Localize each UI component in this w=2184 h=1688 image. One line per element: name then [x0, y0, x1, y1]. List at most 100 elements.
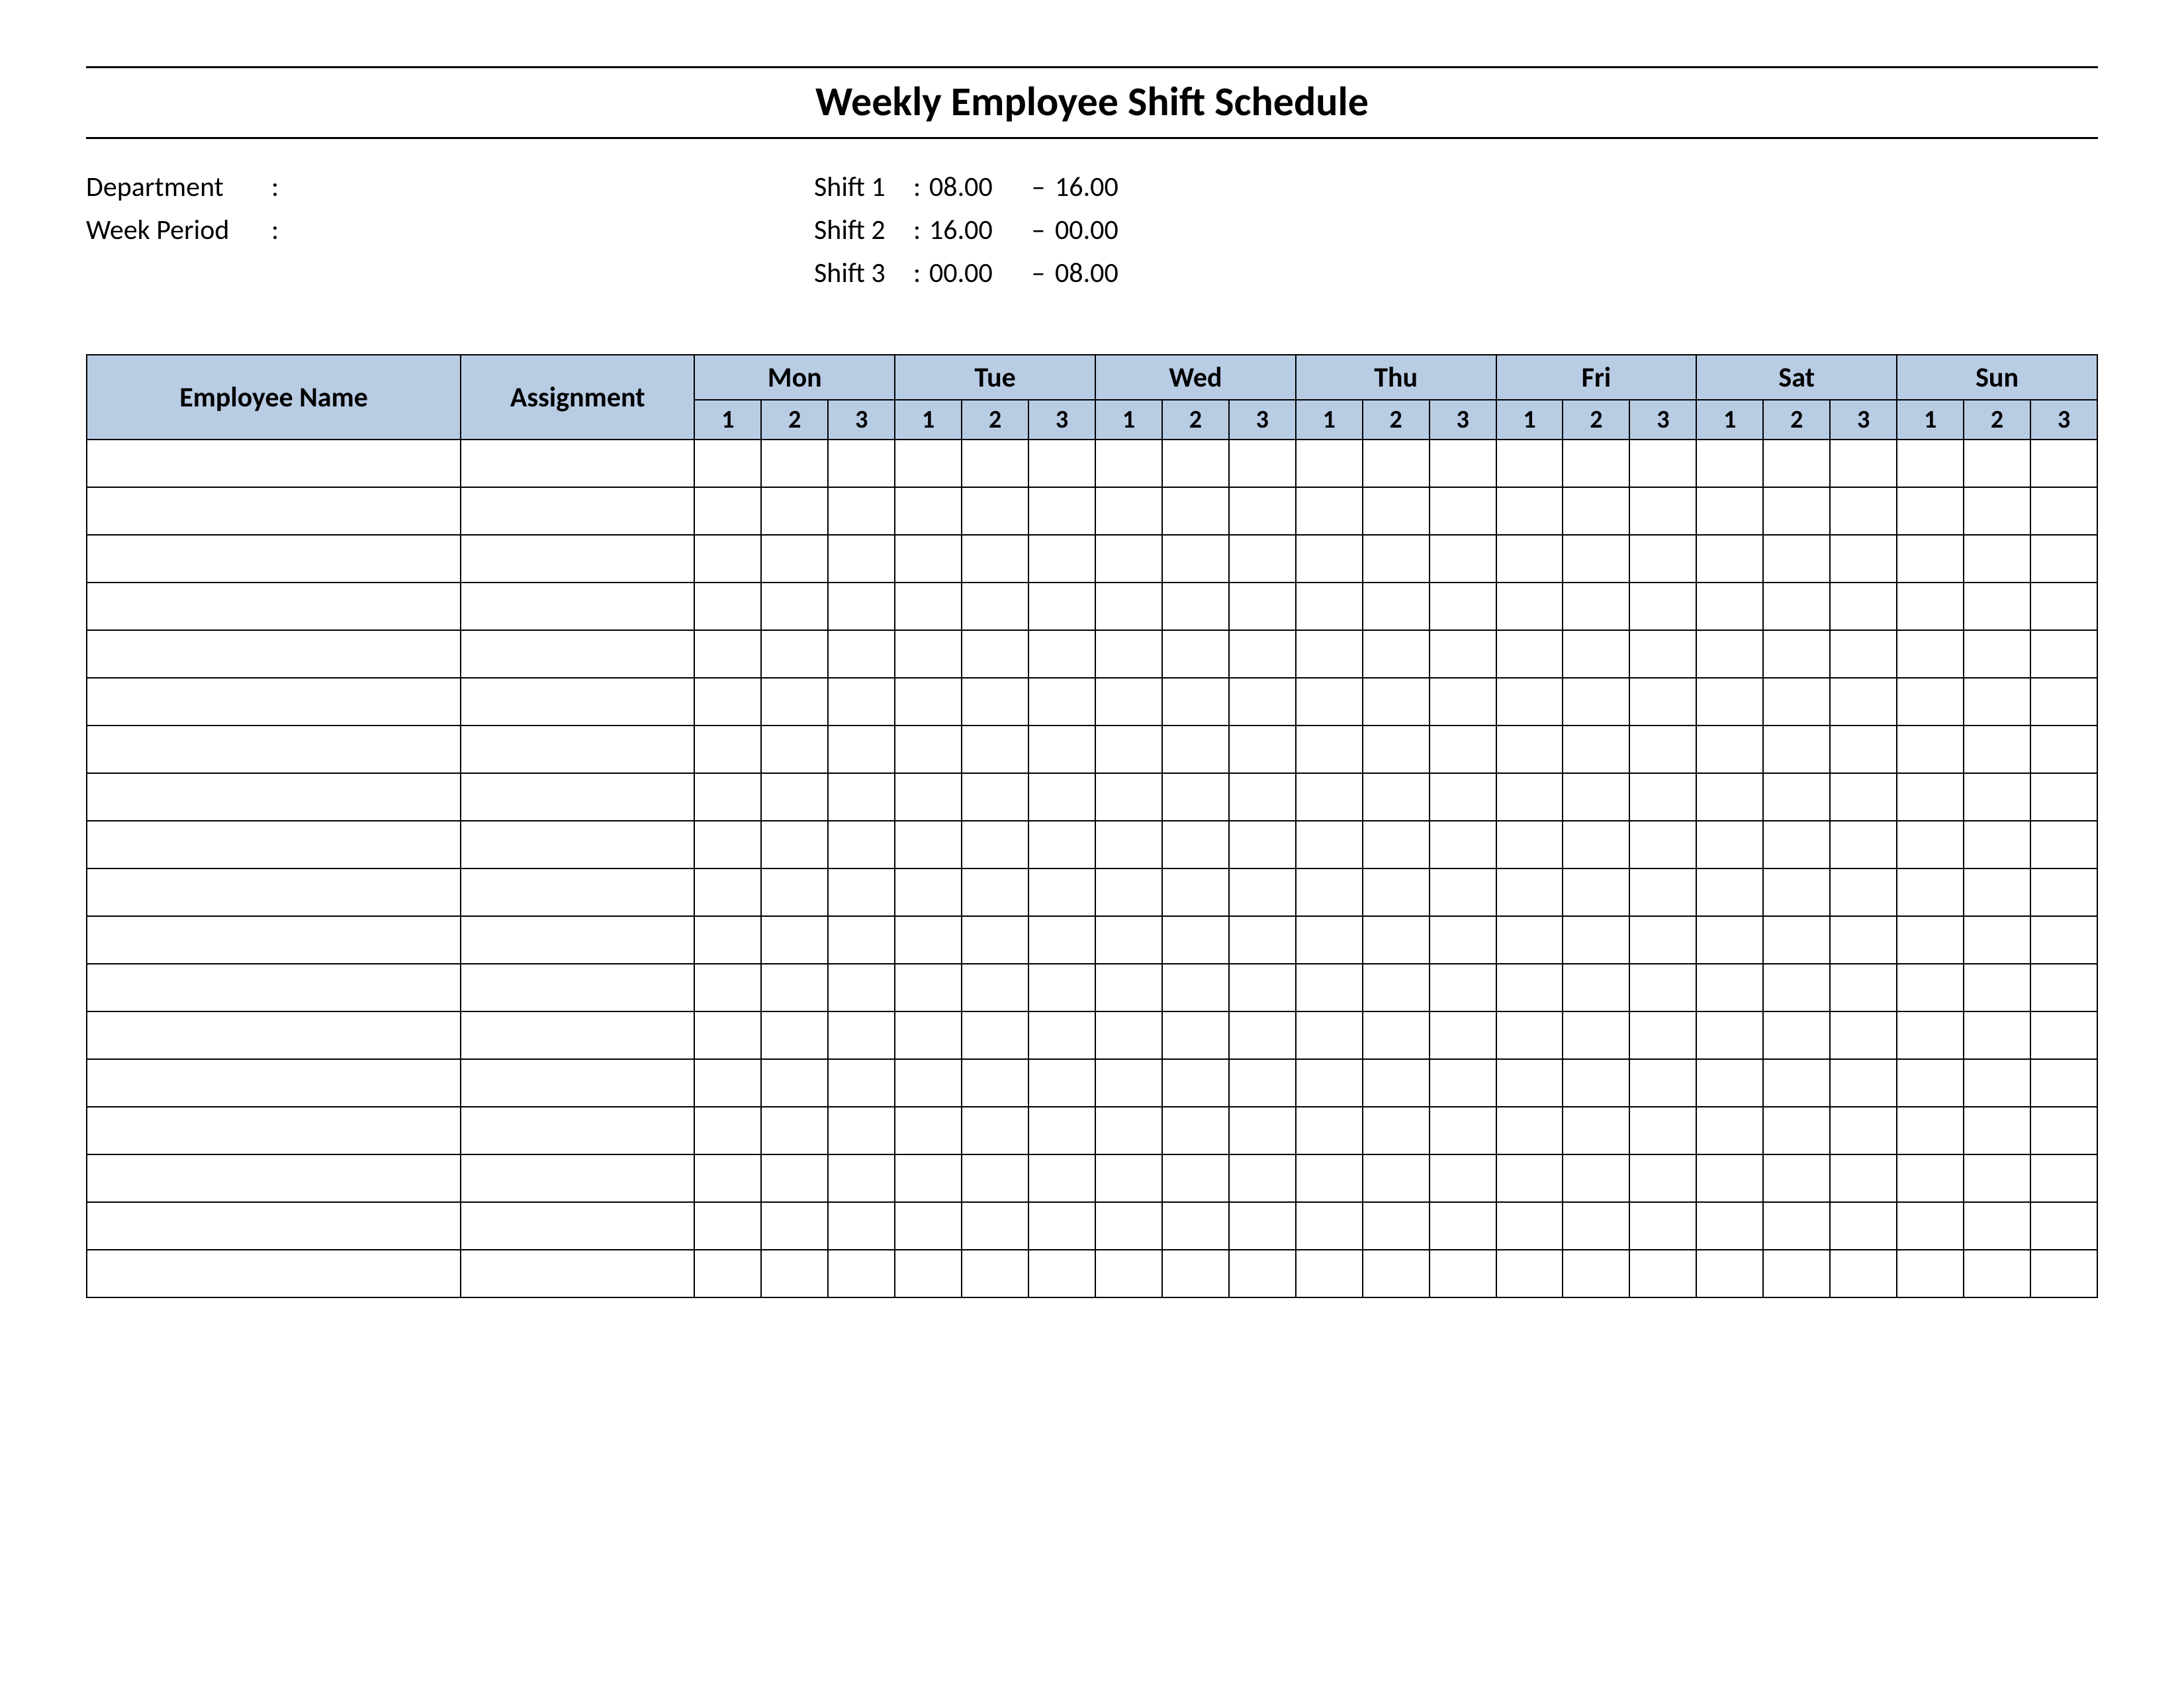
shift-cell[interactable]: [1028, 1011, 1095, 1059]
shift-cell[interactable]: [761, 1154, 828, 1202]
shift-cell[interactable]: [1563, 1107, 1629, 1154]
shift-cell[interactable]: [1763, 1011, 1830, 1059]
shift-cell[interactable]: [1162, 1059, 1229, 1107]
shift-cell[interactable]: [2030, 1154, 2097, 1202]
shift-cell[interactable]: [761, 583, 828, 630]
shift-cell[interactable]: [1363, 1011, 1430, 1059]
shift-cell[interactable]: [2030, 630, 2097, 678]
shift-cell[interactable]: [761, 1250, 828, 1297]
assignment-cell[interactable]: [461, 583, 694, 630]
shift-cell[interactable]: [1897, 1250, 1964, 1297]
shift-cell[interactable]: [1964, 1107, 2030, 1154]
shift-cell[interactable]: [1696, 535, 1763, 583]
shift-cell[interactable]: [1964, 1202, 2030, 1250]
shift-cell[interactable]: [1830, 583, 1897, 630]
shift-cell[interactable]: [1563, 773, 1629, 821]
shift-cell[interactable]: [1363, 1250, 1430, 1297]
shift-cell[interactable]: [1763, 821, 1830, 868]
shift-cell[interactable]: [1296, 916, 1363, 964]
shift-cell[interactable]: [1563, 1202, 1629, 1250]
shift-cell[interactable]: [1629, 1059, 1696, 1107]
shift-cell[interactable]: [1496, 487, 1563, 535]
employee-name-cell[interactable]: [87, 535, 461, 583]
shift-cell[interactable]: [694, 1011, 761, 1059]
shift-cell[interactable]: [1897, 726, 1964, 773]
shift-cell[interactable]: [1629, 1250, 1696, 1297]
shift-cell[interactable]: [828, 1059, 895, 1107]
shift-cell[interactable]: [694, 821, 761, 868]
shift-cell[interactable]: [1028, 1202, 1095, 1250]
shift-cell[interactable]: [1629, 440, 1696, 487]
shift-cell[interactable]: [1162, 1250, 1229, 1297]
shift-cell[interactable]: [1496, 964, 1563, 1011]
shift-cell[interactable]: [1028, 1250, 1095, 1297]
shift-cell[interactable]: [1095, 868, 1162, 916]
shift-cell[interactable]: [1496, 1107, 1563, 1154]
shift-cell[interactable]: [828, 487, 895, 535]
shift-cell[interactable]: [962, 1059, 1028, 1107]
shift-cell[interactable]: [1229, 630, 1296, 678]
shift-cell[interactable]: [1830, 821, 1897, 868]
shift-cell[interactable]: [1763, 535, 1830, 583]
shift-cell[interactable]: [1028, 726, 1095, 773]
employee-name-cell[interactable]: [87, 868, 461, 916]
shift-cell[interactable]: [1763, 726, 1830, 773]
assignment-cell[interactable]: [461, 868, 694, 916]
shift-cell[interactable]: [895, 868, 962, 916]
shift-cell[interactable]: [828, 964, 895, 1011]
shift-cell[interactable]: [828, 773, 895, 821]
shift-cell[interactable]: [962, 678, 1028, 726]
shift-cell[interactable]: [1363, 1059, 1430, 1107]
shift-cell[interactable]: [1430, 630, 1496, 678]
employee-name-cell[interactable]: [87, 487, 461, 535]
shift-cell[interactable]: [694, 868, 761, 916]
shift-cell[interactable]: [1229, 1107, 1296, 1154]
shift-cell[interactable]: [1964, 773, 2030, 821]
shift-cell[interactable]: [1629, 773, 1696, 821]
shift-cell[interactable]: [1229, 1059, 1296, 1107]
shift-cell[interactable]: [761, 1011, 828, 1059]
shift-cell[interactable]: [1897, 868, 1964, 916]
shift-cell[interactable]: [1296, 1154, 1363, 1202]
employee-name-cell[interactable]: [87, 821, 461, 868]
shift-cell[interactable]: [895, 1011, 962, 1059]
shift-cell[interactable]: [895, 773, 962, 821]
shift-cell[interactable]: [1095, 916, 1162, 964]
shift-cell[interactable]: [1430, 1250, 1496, 1297]
shift-cell[interactable]: [1229, 678, 1296, 726]
shift-cell[interactable]: [1897, 916, 1964, 964]
shift-cell[interactable]: [1897, 583, 1964, 630]
shift-cell[interactable]: [1028, 678, 1095, 726]
shift-cell[interactable]: [1296, 535, 1363, 583]
shift-cell[interactable]: [1563, 916, 1629, 964]
shift-cell[interactable]: [1830, 1250, 1897, 1297]
shift-cell[interactable]: [1095, 726, 1162, 773]
shift-cell[interactable]: [1964, 916, 2030, 964]
shift-cell[interactable]: [1629, 535, 1696, 583]
shift-cell[interactable]: [1363, 1202, 1430, 1250]
shift-cell[interactable]: [828, 1107, 895, 1154]
shift-cell[interactable]: [694, 1107, 761, 1154]
shift-cell[interactable]: [1897, 1011, 1964, 1059]
shift-cell[interactable]: [1430, 773, 1496, 821]
shift-cell[interactable]: [1430, 1107, 1496, 1154]
assignment-cell[interactable]: [461, 678, 694, 726]
assignment-cell[interactable]: [461, 1107, 694, 1154]
shift-cell[interactable]: [761, 630, 828, 678]
shift-cell[interactable]: [1897, 630, 1964, 678]
shift-cell[interactable]: [1229, 916, 1296, 964]
shift-cell[interactable]: [1430, 1011, 1496, 1059]
shift-cell[interactable]: [1430, 678, 1496, 726]
shift-cell[interactable]: [1763, 1154, 1830, 1202]
shift-cell[interactable]: [1696, 964, 1763, 1011]
shift-cell[interactable]: [1028, 583, 1095, 630]
shift-cell[interactable]: [1229, 964, 1296, 1011]
assignment-cell[interactable]: [461, 821, 694, 868]
shift-cell[interactable]: [1696, 726, 1763, 773]
shift-cell[interactable]: [1897, 678, 1964, 726]
shift-cell[interactable]: [1296, 1011, 1363, 1059]
shift-cell[interactable]: [895, 821, 962, 868]
shift-cell[interactable]: [1763, 1107, 1830, 1154]
shift-cell[interactable]: [895, 1107, 962, 1154]
shift-cell[interactable]: [694, 1059, 761, 1107]
